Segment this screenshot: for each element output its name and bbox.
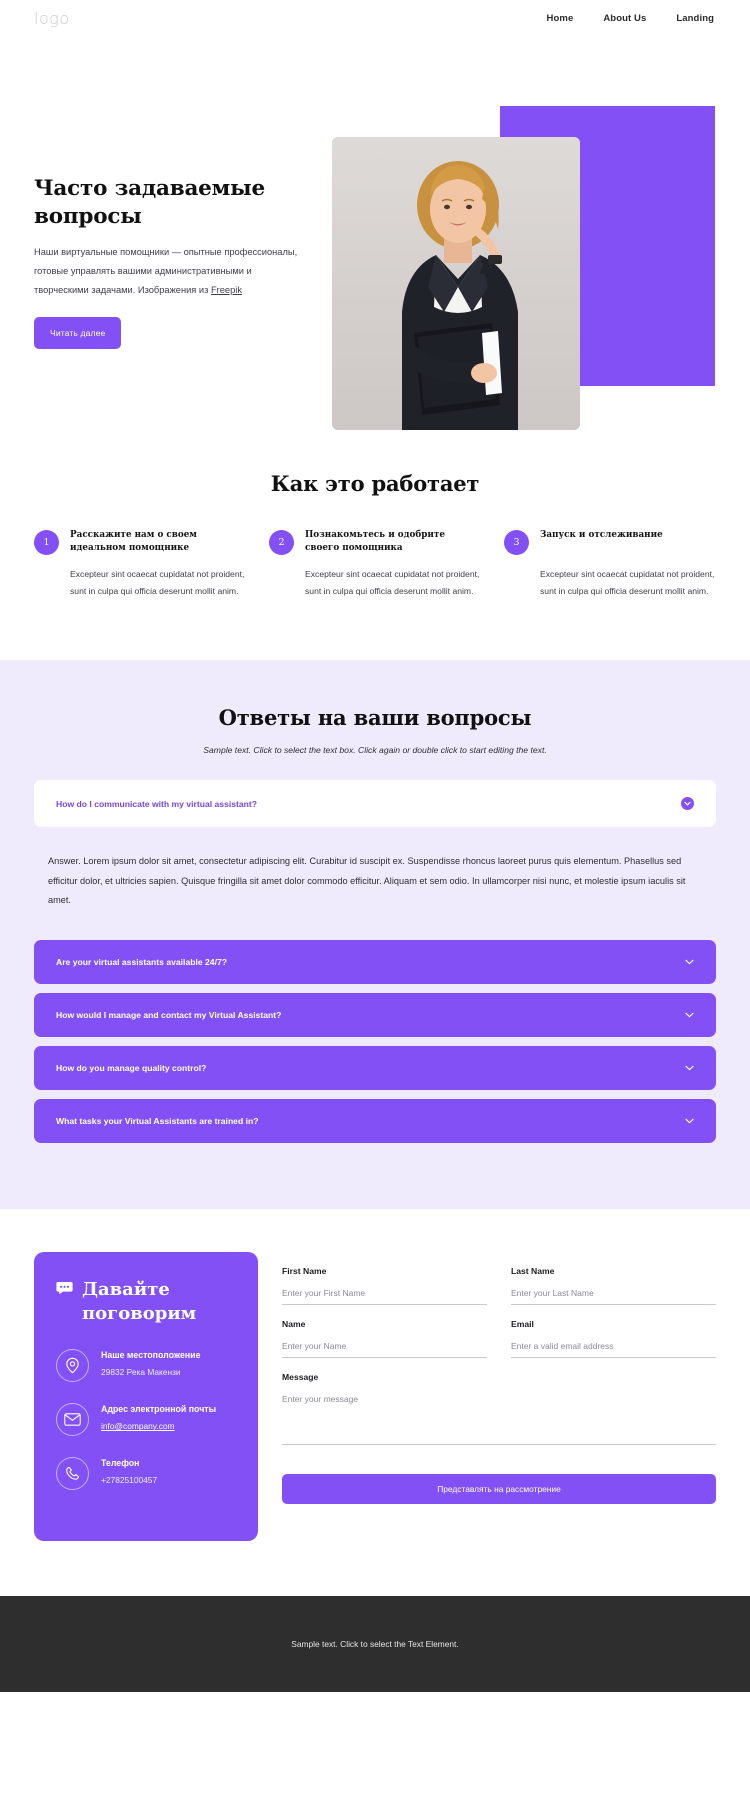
contact-details-list: Наше местоположение 29832 Река Макензи А… [56,1349,236,1491]
page-title: Часто задаваемые вопросы [34,176,265,229]
contact-label: Телефон [101,1458,140,1469]
message-label: Message [282,1372,319,1383]
contact-title: Давайте поговорим [82,1279,197,1324]
faq-item-expanded[interactable]: How do I communicate with my virtual ass… [34,780,716,828]
faq-answer: Answer. Lorem ipsum dolor sit amet, cons… [48,856,686,905]
how-it-works-title: Как это работает [270,471,480,496]
contact-detail-phone: Телефон +27825100457 [56,1457,236,1491]
faq-question: Are your virtual assistants available 24… [56,957,228,968]
contact-value: 29832 Река Макензи [101,1367,181,1378]
step-item: 3 Запуск и отслеживание Excepteur sint o… [504,529,716,600]
step-description: Excepteur sint ocaecat cupidatat not pro… [70,569,245,597]
chevron-down-icon[interactable] [685,959,694,965]
contact-info-card: Давайте поговорим Наше местоположение 29… [34,1252,258,1542]
step-number-badge: 2 [269,530,294,555]
last-name-label: Last Name [511,1266,555,1277]
step-item: 2 Познакомьтесь и одобрите своего помощн… [269,529,481,600]
step-header: 2 Познакомьтесь и одобрите своего помощн… [269,529,481,555]
step-number-badge: 1 [34,530,59,555]
name-label: Name [282,1319,306,1330]
step-title: Познакомьтесь и одобрите своего помощник… [305,530,445,553]
email-link[interactable]: info@company.com [101,1421,175,1431]
nav-item-landing[interactable]: Landing [676,13,714,24]
step-description: Excepteur sint ocaecat cupidatat not pro… [540,569,715,597]
contact-detail-email: Адрес электронной почты info@company.com [56,1403,236,1437]
faq-item[interactable]: How would I manage and contact my Virtua… [34,993,716,1038]
field-first-name: First Name [282,1266,487,1306]
hero-section: Часто задаваемые вопросы Наши виртуальны… [0,37,750,449]
contact-card-header: Давайте поговорим [56,1278,236,1325]
form-row-names: First Name Last Name [282,1266,716,1319]
faq-title: Ответы на ваши вопросы [218,705,532,731]
contact-value: info@company.com [101,1420,216,1433]
faq-question: How would I manage and contact my Virtua… [56,1010,282,1021]
logo[interactable]: logo [34,9,70,28]
hero-description: Наши виртуальные помощники — опытные про… [34,243,304,300]
main-navigation: Home About Us Landing [547,13,714,24]
how-it-works-section: Как это работает 1 Расскажите нам о свое… [0,449,750,661]
location-pin-icon [56,1349,89,1383]
last-name-input[interactable] [511,1284,716,1306]
nav-item-about-us[interactable]: About Us [603,13,646,24]
first-name-label: First Name [282,1266,327,1277]
step-title: Расскажите нам о своем идеальном помощни… [70,530,197,553]
step-header: 3 Запуск и отслеживание [504,529,716,555]
faq-accordion: How do I communicate with my virtual ass… [34,780,716,1144]
field-message: Message [282,1372,716,1450]
faq-question: How do you manage quality control? [56,1063,207,1074]
steps-list: 1 Расскажите нам о своем идеальном помощ… [34,529,716,600]
hero-copy: Часто задаваемые вопросы Наши виртуальны… [34,175,304,350]
contact-value: +27825100457 [101,1475,158,1486]
first-name-input[interactable] [282,1284,487,1306]
chat-bubble-icon [56,1281,73,1300]
contact-label: Адрес электронной почты [101,1404,217,1415]
step-description: Excepteur sint ocaecat cupidatat not pro… [305,569,480,597]
site-footer: Sample text. Click to select the Text El… [0,1596,750,1693]
step-item: 1 Расскажите нам о своем идеальном помощ… [34,529,246,600]
read-more-button[interactable]: Читать далее [34,317,122,350]
hero-image [332,137,580,430]
faq-subtitle: Sample text. Click to select the text bo… [203,745,547,756]
chevron-down-icon[interactable] [681,797,694,811]
chevron-down-icon[interactable] [685,1065,694,1071]
footer-text: Sample text. Click to select the Text El… [291,1639,459,1650]
email-input[interactable] [511,1337,716,1359]
contact-form: First Name Last Name Name Email Message … [282,1252,716,1505]
faq-question: What tasks your Virtual Assistants are t… [56,1116,259,1127]
field-name: Name [282,1319,487,1359]
nav-item-home[interactable]: Home [547,13,574,24]
freepik-link[interactable]: Freepik [211,285,242,295]
contact-label: Наше местоположение [101,1350,201,1361]
step-header: 1 Расскажите нам о своем идеальном помощ… [34,529,246,555]
faq-item[interactable]: What tasks your Virtual Assistants are t… [34,1099,716,1144]
field-last-name: Last Name [511,1266,716,1306]
contact-detail-location: Наше местоположение 29832 Река Макензи [56,1349,236,1383]
step-title: Запуск и отслеживание [540,530,663,540]
hero-description-text: Наши виртуальные помощники — опытные про… [34,247,298,296]
form-row-name-email: Name Email [282,1319,716,1372]
envelope-icon [56,1403,89,1437]
step-number-badge: 3 [504,530,529,555]
email-label: Email [511,1319,534,1330]
contact-section: Давайте поговорим Наше местоположение 29… [0,1209,750,1597]
submit-button[interactable]: Представлять на рассмотрение [282,1474,716,1505]
faq-section: Ответы на ваши вопросы Sample text. Clic… [0,660,750,1210]
site-header: logo Home About Us Landing [0,0,750,37]
phone-icon [56,1457,89,1491]
businesswoman-photo-illustration [332,137,580,430]
chevron-down-icon[interactable] [685,1012,694,1018]
field-email: Email [511,1319,716,1359]
message-textarea[interactable] [282,1389,716,1446]
name-input[interactable] [282,1337,487,1359]
chevron-down-icon[interactable] [685,1118,694,1124]
faq-question: How do I communicate with my virtual ass… [56,798,258,809]
faq-item[interactable]: How do you manage quality control? [34,1046,716,1091]
faq-item[interactable]: Are your virtual assistants available 24… [34,940,716,985]
